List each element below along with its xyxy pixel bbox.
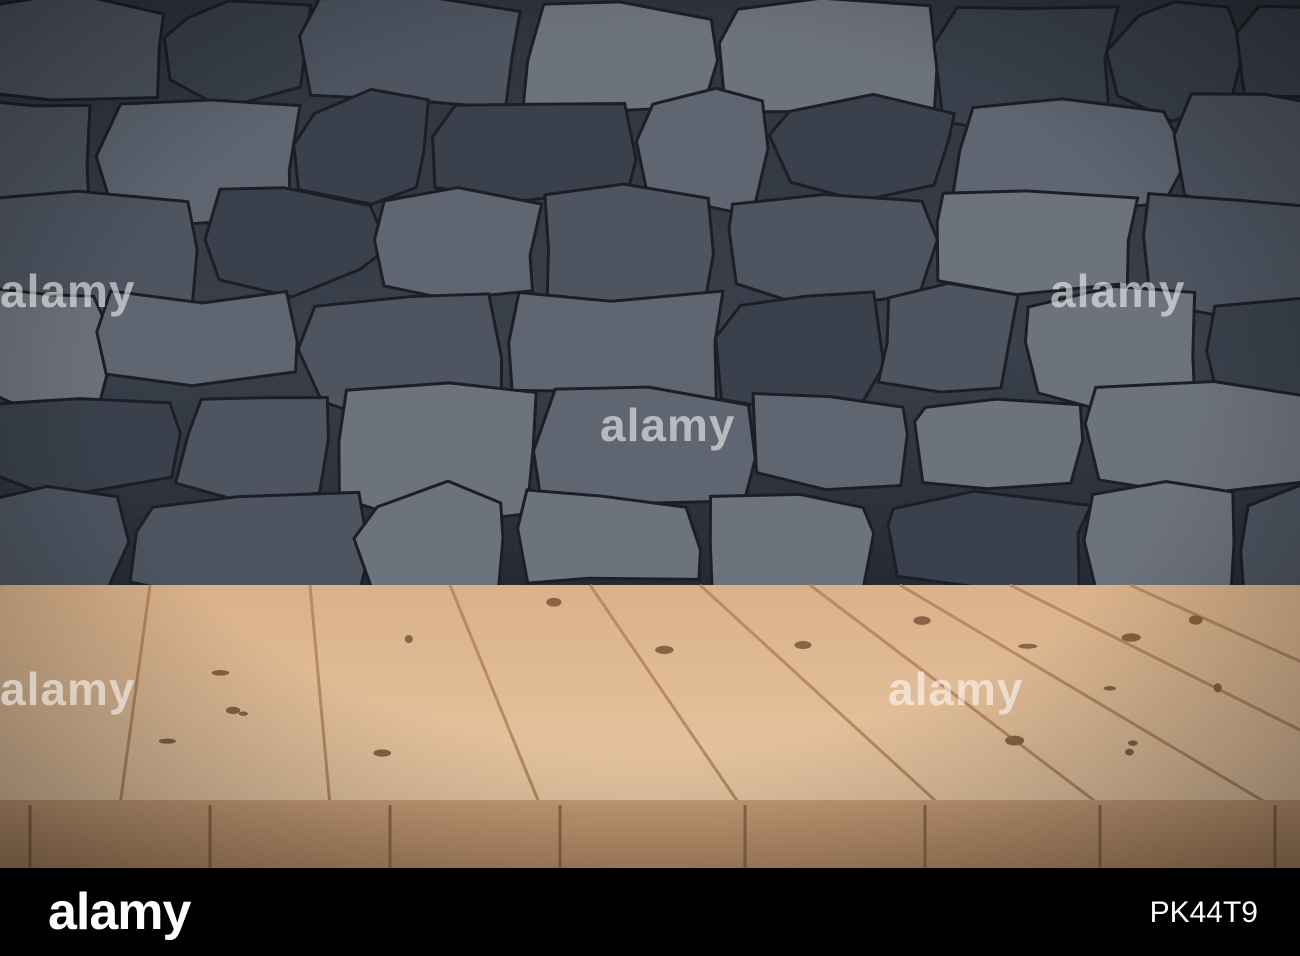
alamy-logo: alamy (48, 883, 191, 941)
stone-wall-and-wooden-table-photo (0, 0, 1300, 868)
photo-frame: alamy alamy alamy alamy alamy alamy PK44… (0, 0, 1300, 956)
footer-bar: alamy PK44T9 (0, 868, 1300, 956)
vignette (0, 0, 1300, 868)
image-id: PK44T9 (1149, 896, 1258, 929)
